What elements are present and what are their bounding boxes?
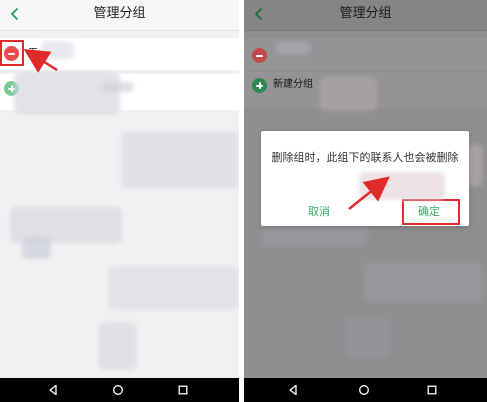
remove-circle-icon[interactable] — [4, 46, 19, 61]
comparison-screenshot: 管理分组 王 管理分组 新建分组 删除组时，此组下的联系人也会被删除 取消 确定 — [0, 0, 487, 402]
page-title-right: 管理分组 — [339, 6, 392, 21]
group-name-label: 王 — [28, 48, 38, 59]
manage-groups-screen-left: 管理分组 王 — [0, 0, 239, 402]
top-bar-right: 管理分组 — [244, 0, 487, 31]
delete-group-dialog: 删除组时，此组下的联系人也会被删除 取消 确定 — [261, 131, 469, 226]
system-navigation-bar-right — [244, 378, 487, 402]
triangle-back-icon[interactable] — [287, 384, 299, 396]
system-navigation-bar-left — [0, 378, 239, 402]
blur-block — [102, 82, 134, 92]
blur-block — [359, 172, 445, 200]
triangle-back-icon[interactable] — [47, 384, 59, 396]
circle-home-icon[interactable] — [358, 384, 370, 396]
top-bar-left: 管理分组 — [0, 0, 239, 31]
blur-block — [22, 237, 51, 259]
group-list-left: 王 — [0, 32, 239, 378]
blur-block — [346, 317, 389, 357]
blur-block — [121, 131, 239, 189]
cancel-button[interactable]: 取消 — [299, 205, 339, 219]
dialog-message: 删除组时，此组下的联系人也会被删除 — [271, 151, 459, 164]
blur-block — [98, 322, 137, 370]
square-recent-icon[interactable] — [177, 384, 189, 396]
group-list-right: 新建分组 删除组时，此组下的联系人也会被删除 取消 确定 — [244, 32, 487, 378]
page-title-left: 管理分组 — [93, 6, 146, 21]
confirm-highlight-box — [402, 199, 460, 225]
add-circle-icon[interactable] — [252, 78, 267, 93]
remove-circle-icon[interactable] — [252, 48, 267, 63]
blur-block — [320, 77, 377, 111]
blur-block — [41, 41, 74, 59]
blur-block — [14, 72, 120, 114]
square-recent-icon[interactable] — [426, 384, 438, 396]
circle-home-icon[interactable] — [112, 384, 124, 396]
blur-block — [108, 266, 239, 310]
new-group-label: 新建分组 — [273, 79, 313, 90]
blur-block — [275, 41, 310, 55]
manage-groups-screen-right: 管理分组 新建分组 删除组时，此组下的联系人也会被删除 取消 确定 — [244, 0, 487, 402]
blur-block — [364, 262, 483, 302]
